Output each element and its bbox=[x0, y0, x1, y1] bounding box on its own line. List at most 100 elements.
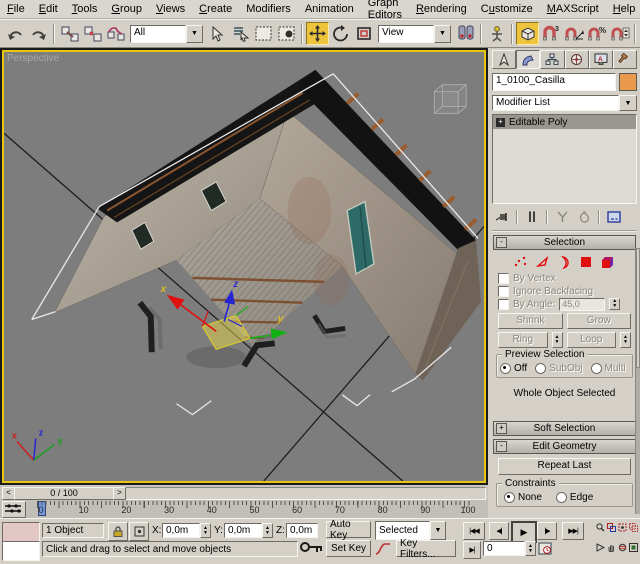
menu-item-help[interactable]: Help bbox=[606, 2, 640, 16]
absolute-offset-toggle[interactable] bbox=[129, 522, 149, 541]
auto-key-button[interactable]: Auto Key bbox=[326, 521, 371, 538]
border-mode-button[interactable] bbox=[559, 256, 571, 269]
menu-item-animation[interactable]: Animation bbox=[298, 2, 361, 16]
ring-spinner[interactable]: ▲▼ bbox=[552, 332, 563, 348]
mini-curve-editor-button[interactable] bbox=[2, 501, 26, 518]
angle-spinner[interactable]: ▲▼ bbox=[609, 298, 620, 310]
set-keys-button[interactable] bbox=[300, 541, 324, 556]
vertex-mode-button[interactable] bbox=[514, 256, 527, 268]
selection-region-button[interactable] bbox=[252, 22, 275, 45]
rollout-soft-selection[interactable]: + Soft Selection bbox=[493, 421, 636, 436]
redo-button[interactable] bbox=[27, 22, 50, 45]
spinner-down-icon[interactable]: ▼ bbox=[553, 340, 562, 345]
chevron-down-icon[interactable]: ▼ bbox=[186, 25, 203, 43]
select-and-link-button[interactable] bbox=[58, 22, 81, 45]
go-to-start-button[interactable]: |◀◀ bbox=[463, 522, 485, 540]
select-and-scale-button[interactable] bbox=[352, 22, 375, 45]
selection-filter-dropdown[interactable]: All ▼ bbox=[130, 25, 203, 43]
menu-item-customize[interactable]: Customize bbox=[474, 2, 540, 16]
select-and-manipulate-button[interactable] bbox=[485, 22, 508, 45]
show-end-result-button[interactable] bbox=[522, 209, 542, 225]
spinner-down-icon[interactable]: ▼ bbox=[610, 304, 619, 309]
object-name-field[interactable]: 1_0100_Casilla bbox=[492, 73, 616, 91]
pan-button[interactable] bbox=[607, 543, 616, 552]
preview-off-radio[interactable]: Off bbox=[500, 363, 527, 374]
maxscript-mini-listener-white[interactable] bbox=[2, 541, 40, 561]
zoom-button[interactable] bbox=[596, 523, 605, 532]
panel-scrollbar[interactable] bbox=[635, 248, 640, 514]
constraint-edge-radio[interactable]: Edge bbox=[556, 492, 593, 503]
shrink-button[interactable]: Shrink bbox=[498, 313, 563, 329]
bind-to-space-warp-button[interactable] bbox=[104, 22, 127, 45]
select-and-rotate-button[interactable] bbox=[329, 22, 352, 45]
maxscript-mini-listener-pink[interactable] bbox=[2, 522, 40, 542]
collapse-icon[interactable]: - bbox=[496, 237, 507, 248]
expand-icon[interactable]: + bbox=[496, 423, 507, 434]
time-slider[interactable]: < 0 / 100 > bbox=[0, 485, 488, 501]
default-tangent-button[interactable] bbox=[375, 542, 391, 557]
menu-item-edit[interactable]: Edit bbox=[32, 2, 65, 16]
menu-item-rendering[interactable]: Rendering bbox=[409, 2, 474, 16]
y-spinner[interactable]: ▲▼ bbox=[262, 523, 273, 538]
modifier-stack[interactable]: + Editable Poly bbox=[492, 114, 637, 204]
time-configuration-button[interactable] bbox=[538, 541, 554, 557]
checkbox[interactable] bbox=[498, 286, 509, 297]
arc-rotate-button[interactable] bbox=[618, 543, 627, 552]
menu-item-tools[interactable]: Tools bbox=[65, 2, 105, 16]
time-slider-handle[interactable]: 0 / 100 bbox=[14, 487, 114, 500]
frame-spinner[interactable]: ▲▼ bbox=[525, 541, 536, 556]
tab-modify[interactable] bbox=[516, 50, 540, 69]
angle-value-field[interactable]: 45,0 bbox=[559, 298, 605, 311]
tab-display[interactable]: A bbox=[589, 50, 613, 69]
grow-button[interactable]: Grow bbox=[567, 313, 632, 329]
key-filters-button[interactable]: Key Filters... bbox=[396, 540, 456, 557]
select-and-move-button[interactable] bbox=[306, 22, 329, 45]
ring-button[interactable]: Ring bbox=[498, 332, 548, 348]
select-by-name-button[interactable] bbox=[229, 22, 252, 45]
set-key-button[interactable]: Set Key bbox=[326, 540, 371, 557]
viewport[interactable]: Perspective bbox=[0, 48, 488, 485]
x-coord-field[interactable]: 0,0m bbox=[162, 523, 200, 538]
edge-mode-button[interactable] bbox=[536, 256, 550, 268]
viewport-label[interactable]: Perspective bbox=[7, 53, 59, 64]
current-frame-field[interactable]: 0 bbox=[483, 541, 525, 556]
angle-snap-button[interactable] bbox=[562, 22, 585, 45]
selection-lock-button[interactable] bbox=[108, 522, 128, 541]
pin-stack-button[interactable] bbox=[492, 209, 512, 225]
z-coord-field[interactable]: 0,0m bbox=[286, 523, 318, 538]
unlink-selection-button[interactable] bbox=[81, 22, 104, 45]
menu-item-create[interactable]: Create bbox=[192, 2, 239, 16]
select-object-button[interactable] bbox=[206, 22, 229, 45]
preview-subobj-radio[interactable]: SubObj bbox=[535, 363, 582, 374]
remove-modifier-button[interactable] bbox=[574, 209, 594, 225]
chevron-down-icon[interactable]: ▼ bbox=[619, 95, 637, 111]
by-vertex-checkbox-row[interactable]: By Vertex bbox=[498, 272, 637, 284]
zoom-extents-button[interactable] bbox=[618, 523, 627, 532]
key-mode-toggle-button[interactable]: ▶| bbox=[463, 541, 481, 559]
snap-3d-button[interactable]: 3 bbox=[539, 22, 562, 45]
next-frame-arrow[interactable]: > bbox=[113, 487, 126, 500]
x-spinner[interactable]: ▲▼ bbox=[200, 523, 211, 538]
object-color-swatch[interactable] bbox=[619, 73, 637, 91]
collapse-icon[interactable]: - bbox=[496, 441, 507, 452]
by-angle-row[interactable]: By Angle: 45,0 ▲▼ bbox=[498, 298, 637, 310]
field-of-view-button[interactable] bbox=[596, 543, 605, 552]
y-coord-field[interactable]: 0,0m bbox=[224, 523, 262, 538]
maximize-viewport-button[interactable] bbox=[629, 543, 638, 552]
scrollbar-thumb[interactable] bbox=[636, 248, 640, 368]
snaps-toggle-button[interactable] bbox=[516, 22, 539, 45]
preview-multi-radio[interactable]: Multi bbox=[591, 363, 626, 374]
track-bar[interactable]: 0102030405060708090100 bbox=[0, 500, 488, 519]
ignore-backfacing-checkbox-row[interactable]: Ignore Backfacing bbox=[498, 285, 637, 297]
rollout-edit-geometry[interactable]: - Edit Geometry bbox=[493, 439, 636, 454]
loop-button[interactable]: Loop bbox=[567, 332, 617, 348]
menu-item-group[interactable]: Group bbox=[104, 2, 149, 16]
previous-frame-button[interactable]: ◀| bbox=[489, 522, 509, 540]
loop-spinner[interactable]: ▲▼ bbox=[620, 332, 631, 348]
menu-item-views[interactable]: Views bbox=[149, 2, 192, 16]
spinner-snap-button[interactable] bbox=[608, 22, 631, 45]
tab-motion[interactable] bbox=[565, 50, 589, 69]
rollout-selection[interactable]: - Selection bbox=[493, 235, 636, 250]
menu-item-modifiers[interactable]: Modifiers bbox=[239, 2, 298, 16]
menu-item-file[interactable]: File bbox=[0, 2, 32, 16]
